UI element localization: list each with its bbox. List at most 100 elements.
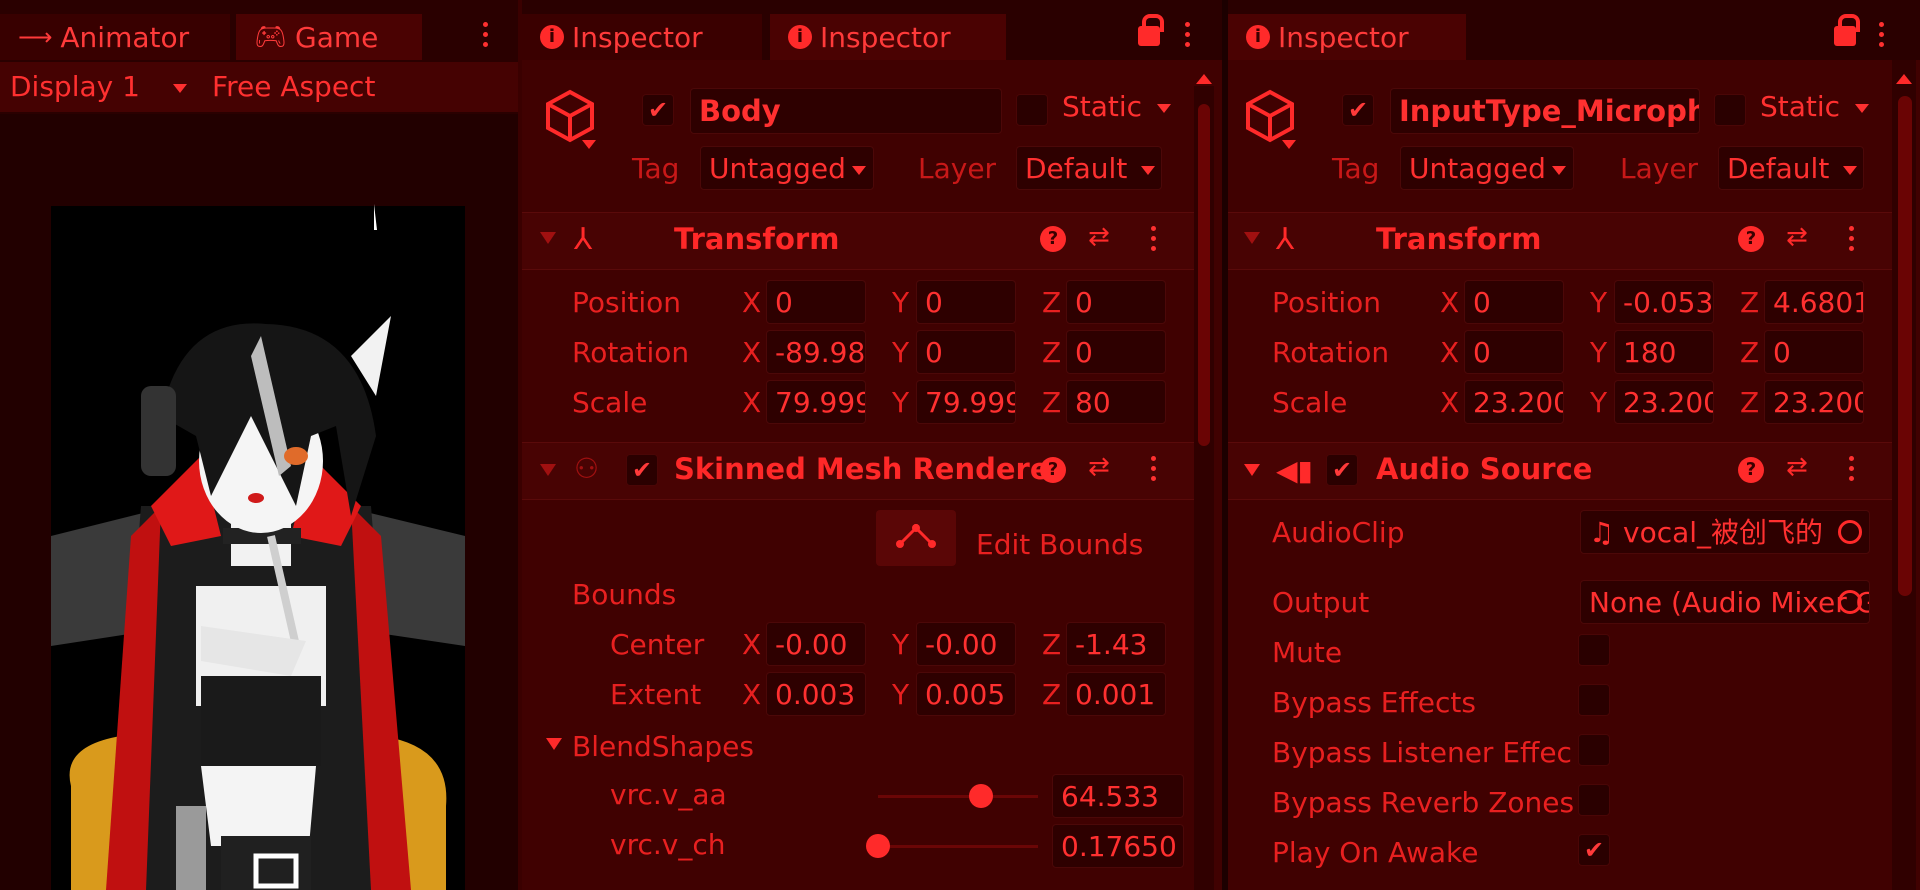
vector-field-x[interactable]: 0 [1464,280,1564,324]
blendshape-slider-thumb[interactable] [969,784,994,808]
vector-field-x[interactable]: 23.200 [1464,380,1564,424]
chevron-down-icon [1843,165,1858,175]
object-picker-icon[interactable] [1838,590,1862,614]
vector-field-y[interactable]: 0 [916,330,1016,374]
speaker-icon: ◀▮ [1276,454,1313,487]
scroll-up-arrow-icon[interactable] [1896,74,1912,84]
tab-inspector-right[interactable]: i Inspector [1228,14,1466,60]
presets-icon[interactable]: ⇄ [1088,222,1110,252]
vector-field-z[interactable]: 80 [1066,380,1166,424]
presets-icon[interactable]: ⇄ [1786,452,1808,482]
bounds-label: Bounds [572,578,677,611]
bypass-effects-checkbox[interactable] [1578,684,1610,716]
output-label: Output [1272,586,1370,619]
object-name-field[interactable]: InputType_Microphone [1390,88,1700,134]
foldout-arrow-icon[interactable] [540,464,556,476]
edit-bounds-icon [896,524,936,548]
vector-field-z[interactable]: 23.200 [1764,380,1864,424]
layer-dropdown[interactable]: Default [1016,146,1162,190]
tag-value: Untagged [1409,152,1546,185]
tab-inspector-1[interactable]: i Inspector [522,14,762,60]
audio-enabled-checkbox[interactable]: ✔ [1326,454,1358,486]
static-dropdown[interactable]: Static [1760,90,1869,123]
help-icon[interactable]: ? [1738,457,1764,483]
axis-label-x: X [742,678,762,711]
component-menu-icon[interactable] [1150,226,1158,256]
scrollbar-thumb[interactable] [1198,104,1210,446]
display-dropdown[interactable]: Display 1 [10,70,200,103]
vector-field-y[interactable]: 180 [1614,330,1714,374]
vector-field-y[interactable]: 0.005 [916,672,1016,716]
bypass-reverb-checkbox[interactable] [1578,784,1610,816]
vector-field-x[interactable]: -0.00 [766,622,866,666]
cube-dropdown-arrow[interactable] [582,140,596,149]
static-dropdown[interactable]: Static [1062,90,1171,123]
foldout-arrow-icon[interactable] [1244,232,1260,244]
object-name-field[interactable]: Body [690,88,1002,134]
foldout-arrow-icon[interactable] [546,738,562,750]
tab-inspector-2[interactable]: i Inspector [770,14,1006,60]
tab-animator[interactable]: ⟶ Animator [0,14,230,60]
axis-label-x: X [742,628,762,661]
component-menu-icon[interactable] [1848,226,1856,256]
tab-game[interactable]: 🎮︎ Game [236,14,422,60]
layer-dropdown[interactable]: Default [1718,146,1864,190]
vector-field-z[interactable]: 0 [1764,330,1864,374]
aspect-dropdown[interactable]: Free Aspect [212,70,375,103]
help-icon[interactable]: ? [1040,457,1066,483]
vector-field-y[interactable]: 0 [916,280,1016,324]
blendshape-slider-track[interactable] [878,845,1038,848]
tag-dropdown[interactable]: Untagged [1400,146,1574,190]
audioclip-field[interactable]: ♫ vocal_被创飞的 [1580,510,1870,554]
blendshape-slider-thumb[interactable] [866,834,891,858]
help-icon[interactable]: ? [1738,226,1764,252]
edit-bounds-button[interactable] [876,510,956,566]
static-checkbox[interactable] [1016,94,1048,126]
scroll-up-arrow-icon[interactable] [1196,74,1212,84]
output-field[interactable]: None (Audio Mixer Group) [1580,580,1870,624]
left-panel-menu-icon[interactable] [482,22,490,52]
blendshape-value-field[interactable]: 0.17650 [1052,824,1184,868]
vector-field-y[interactable]: 23.200 [1614,380,1714,424]
cube-dropdown-arrow[interactable] [1282,140,1296,149]
active-checkbox[interactable]: ✔ [1342,94,1374,126]
vector-field-x[interactable]: 0.003 [766,672,866,716]
vector-field-z[interactable]: 4.6801 [1764,280,1864,324]
vector-field-x[interactable]: 0 [766,280,866,324]
bypass-effects-label: Bypass Effects [1272,686,1476,719]
foldout-arrow-icon[interactable] [1244,464,1260,476]
active-checkbox[interactable]: ✔ [642,94,674,126]
vector-field-y[interactable]: 79.999 [916,380,1016,424]
vector-field-x[interactable]: 79.999 [766,380,866,424]
foldout-arrow-icon[interactable] [540,232,556,244]
play-on-awake-checkbox[interactable]: ✔ [1578,834,1610,866]
blendshape-slider-track[interactable] [878,795,1038,798]
vector-field-x[interactable]: 0 [1464,330,1564,374]
presets-icon[interactable]: ⇄ [1088,452,1110,482]
smr-enabled-checkbox[interactable]: ✔ [626,454,658,486]
right-panel-menu-icon[interactable] [1878,22,1886,52]
mid-panel-menu-icon[interactable] [1184,22,1192,52]
tag-value: Untagged [709,152,846,185]
presets-icon[interactable]: ⇄ [1786,222,1808,252]
vector-field-z[interactable]: 0.001 [1066,672,1166,716]
static-checkbox[interactable] [1714,94,1746,126]
vector-field-x[interactable]: -89.98 [766,330,866,374]
audio-source-title: Audio Source [1376,452,1593,486]
axis-label-x: X [1440,386,1460,419]
bypass-listener-checkbox[interactable] [1578,734,1610,766]
vector-field-z[interactable]: 0 [1066,330,1166,374]
scrollbar-thumb[interactable] [1898,96,1912,596]
vector-field-z[interactable]: -1.43 [1066,622,1166,666]
vector-field-y[interactable]: -0.00 [916,622,1016,666]
help-icon[interactable]: ? [1040,226,1066,252]
component-menu-icon[interactable] [1848,456,1856,486]
blendshape-value-field[interactable]: 64.533 [1052,774,1184,818]
tag-dropdown[interactable]: Untagged [700,146,874,190]
vector-field-z[interactable]: 0 [1066,280,1166,324]
object-picker-icon[interactable] [1838,520,1862,544]
mute-checkbox[interactable] [1578,634,1610,666]
tag-label: Tag [632,152,680,185]
component-menu-icon[interactable] [1150,456,1158,486]
vector-field-y[interactable]: -0.053 [1614,280,1714,324]
